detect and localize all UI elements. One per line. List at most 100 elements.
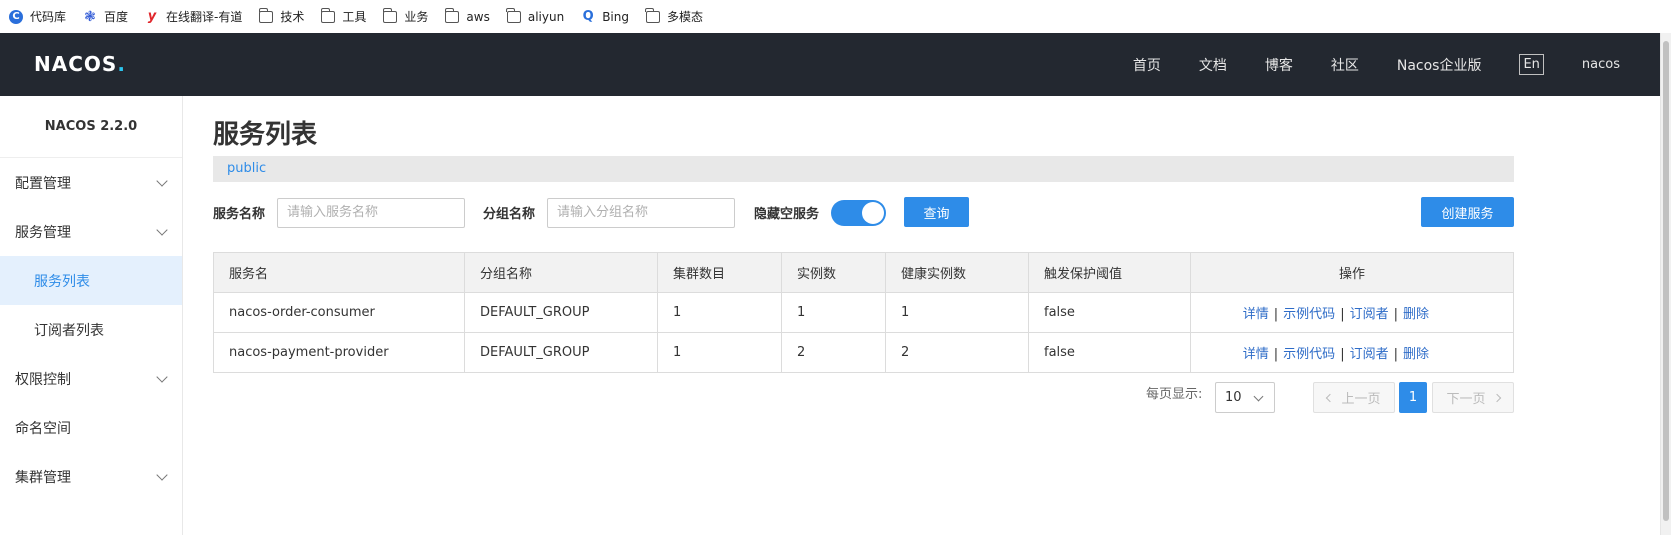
bookmark-bing[interactable]: Q Bing xyxy=(581,9,629,24)
service-table: 服务名 分组名称 集群数目 实例数 健康实例数 触发保护阈值 操作 nacos-… xyxy=(213,252,1514,373)
circle-c-icon: C xyxy=(9,9,23,24)
hide-empty-toggle[interactable] xyxy=(831,199,887,226)
cell-operations: 详情 | 示例代码 | 订阅者 | 删除 xyxy=(1190,332,1514,373)
page-size-select[interactable]: 10 xyxy=(1215,382,1275,413)
bookmark-label: 业务 xyxy=(404,10,429,24)
sidebar-item-namespace[interactable]: 命名空间 xyxy=(0,403,182,452)
sidebar-item-label: 服务列表 xyxy=(34,273,90,290)
ops-separator: | xyxy=(1273,307,1279,322)
page-scrollbar[interactable] xyxy=(1660,33,1671,535)
nav-link-home[interactable]: 首页 xyxy=(1133,55,1161,75)
cell-healthy-count: 2 xyxy=(885,332,1029,373)
namespace-bar: public xyxy=(213,156,1514,182)
bookmark-folder-aliyun[interactable]: aliyun xyxy=(506,7,564,24)
bookmark-label: 多模态 xyxy=(666,10,703,24)
cell-group-name: DEFAULT_GROUP xyxy=(464,292,658,333)
page-size-value: 10 xyxy=(1225,390,1242,405)
bookmark-folder-tech[interactable]: 技术 xyxy=(258,7,305,25)
logo-text: NACOS xyxy=(34,52,118,76)
cell-cluster-count: 1 xyxy=(657,292,782,333)
prev-page-button[interactable]: 上一页 xyxy=(1313,382,1395,413)
chevron-left-icon xyxy=(1326,393,1335,402)
language-toggle-button[interactable]: En xyxy=(1519,54,1544,75)
col-header-instance-count[interactable]: 实例数 xyxy=(781,252,886,293)
sidebar-item-label: 权限控制 xyxy=(15,371,71,388)
cell-threshold: false xyxy=(1028,332,1191,373)
sample-code-link[interactable]: 示例代码 xyxy=(1283,347,1335,362)
bookmark-baidu[interactable]: ❃ 百度 xyxy=(83,8,128,25)
cell-operations: 详情 | 示例代码 | 订阅者 | 删除 xyxy=(1190,292,1514,333)
chevron-down-icon xyxy=(156,370,168,383)
nav-link-community[interactable]: 社区 xyxy=(1331,55,1359,75)
sidebar-item-subscriber-list[interactable]: 订阅者列表 xyxy=(0,305,182,354)
sidebar-version: NACOS 2.2.0 xyxy=(0,96,182,158)
cell-healthy-count: 1 xyxy=(885,292,1029,333)
namespace-public-link[interactable]: public xyxy=(227,161,266,176)
bookmark-youdao[interactable]: y 在线翻译-有道 xyxy=(145,8,243,25)
delete-link[interactable]: 删除 xyxy=(1403,307,1429,322)
user-menu[interactable]: nacos xyxy=(1582,57,1620,72)
create-service-button[interactable]: 创建服务 xyxy=(1421,197,1514,227)
service-name-filter: 服务名称 xyxy=(213,197,466,228)
bookmark-label: 代码库 xyxy=(30,10,67,24)
sidebar-item-access-control[interactable]: 权限控制 xyxy=(0,354,182,403)
bookmark-folder-aws[interactable]: aws xyxy=(444,7,490,24)
subscribers-link[interactable]: 订阅者 xyxy=(1350,347,1389,362)
group-name-input[interactable] xyxy=(547,197,736,228)
ops-separator: | xyxy=(1393,347,1398,362)
bookmark-code-repo[interactable]: C 代码库 xyxy=(9,8,66,25)
next-page-label: 下一页 xyxy=(1446,392,1486,407)
nacos-logo[interactable]: NACOS. xyxy=(34,52,126,76)
table-row: nacos-order-consumer DEFAULT_GROUP 1 1 1… xyxy=(213,292,1514,333)
page-title: 服务列表 xyxy=(213,120,318,150)
col-header-threshold[interactable]: 触发保护阈值 xyxy=(1028,252,1191,293)
bookmark-label: 工具 xyxy=(342,10,367,24)
youdao-icon: y xyxy=(147,9,157,24)
cell-service-name: nacos-payment-provider xyxy=(213,332,465,373)
bookmark-label: 技术 xyxy=(280,10,305,24)
chevron-down-icon xyxy=(156,468,168,481)
sidebar-item-config-management[interactable]: 配置管理 xyxy=(0,158,182,207)
bookmark-folder-multimodal[interactable]: 多模态 xyxy=(645,7,703,25)
col-header-group-name[interactable]: 分组名称 xyxy=(464,252,658,293)
bookmark-folder-business[interactable]: 业务 xyxy=(382,7,429,25)
chevron-right-icon xyxy=(1492,393,1501,402)
sample-code-link[interactable]: 示例代码 xyxy=(1283,307,1335,322)
nav-link-blog[interactable]: 博客 xyxy=(1265,55,1293,75)
top-nav: NACOS. 首页 文档 博客 社区 Nacos企业版 En nacos xyxy=(0,33,1660,96)
folder-icon xyxy=(506,7,521,24)
col-header-healthy-count[interactable]: 健康实例数 xyxy=(885,252,1029,293)
nav-link-enterprise[interactable]: Nacos企业版 xyxy=(1397,55,1482,75)
folder-icon xyxy=(444,7,460,24)
baidu-paw-icon: ❃ xyxy=(84,8,96,25)
bookmark-folder-tools[interactable]: 工具 xyxy=(320,7,367,25)
col-header-service-name[interactable]: 服务名 xyxy=(213,252,465,293)
page-number-current[interactable]: 1 xyxy=(1399,382,1427,413)
table-row: nacos-payment-provider DEFAULT_GROUP 1 2… xyxy=(213,332,1514,373)
sidebar-item-cluster-management[interactable]: 集群管理 xyxy=(0,452,182,501)
sidebar-item-service-management[interactable]: 服务管理 xyxy=(0,207,182,256)
next-page-button[interactable]: 下一页 xyxy=(1432,382,1514,413)
scrollbar-thumb[interactable] xyxy=(1663,41,1669,521)
nav-links: 首页 文档 博客 社区 Nacos企业版 En nacos xyxy=(1133,33,1660,96)
main-content: 服务列表 public 服务名称 分组名称 隐藏空服务 查询 创建服务 服务名 … xyxy=(184,96,1660,535)
nav-link-docs[interactable]: 文档 xyxy=(1199,55,1227,75)
col-header-cluster-count[interactable]: 集群数目 xyxy=(657,252,782,293)
toggle-knob xyxy=(862,201,885,224)
sidebar-item-service-list[interactable]: 服务列表 xyxy=(0,256,182,305)
delete-link[interactable]: 删除 xyxy=(1403,347,1429,362)
group-name-label: 分组名称 xyxy=(483,207,536,222)
detail-link[interactable]: 详情 xyxy=(1243,347,1269,362)
subscribers-link[interactable]: 订阅者 xyxy=(1350,307,1389,322)
cell-instance-count: 2 xyxy=(781,332,886,373)
service-name-label: 服务名称 xyxy=(213,207,266,222)
cell-service-name: nacos-order-consumer xyxy=(213,292,465,333)
folder-icon xyxy=(645,7,660,24)
chevron-down-icon xyxy=(156,174,168,187)
detail-link[interactable]: 详情 xyxy=(1243,307,1269,322)
service-name-input[interactable] xyxy=(277,197,466,228)
table-header-row: 服务名 分组名称 集群数目 实例数 健康实例数 触发保护阈值 操作 xyxy=(213,252,1514,293)
ops-separator: | xyxy=(1340,307,1345,322)
query-button[interactable]: 查询 xyxy=(904,197,969,227)
hide-empty-label: 隐藏空服务 xyxy=(754,207,820,222)
